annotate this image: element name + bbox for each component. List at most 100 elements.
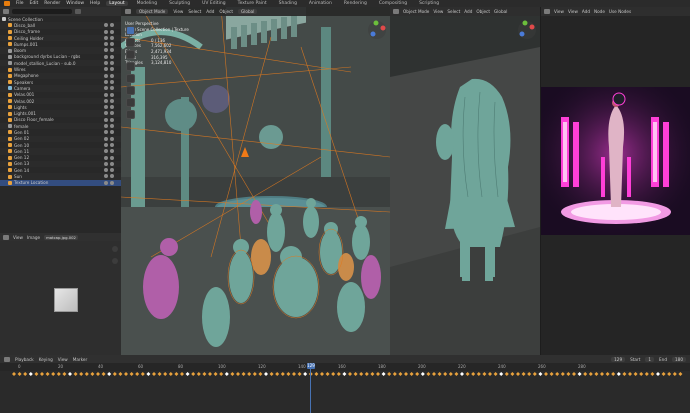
keyframe-diamond[interactable] [448,372,453,376]
keyframe-diamond[interactable] [17,372,22,376]
keyframe-diamond[interactable] [236,372,240,376]
keyframe-diamond[interactable] [465,372,470,376]
editor-type-icon[interactable] [4,356,10,362]
workspace-tab-sculpting[interactable]: Sculpting [166,1,193,6]
mid-transform-dropdown[interactable]: Global [494,9,507,14]
annotate-tool-icon[interactable] [126,98,135,107]
eye-icon[interactable] [104,168,108,173]
keyframe-diamond[interactable] [275,372,280,376]
camera-icon[interactable] [110,61,114,66]
image-name-field[interactable]: matcap.jpg.002 [44,234,79,240]
keyframe-diamond[interactable] [555,372,560,376]
cursor-tool-icon[interactable] [126,38,135,47]
timeline-playhead[interactable] [310,363,311,413]
keyframe-diamond[interactable] [644,372,649,376]
keyframe-diamond[interactable] [510,372,515,376]
keyframe-diamond[interactable] [504,372,509,376]
keyframe-diamond[interactable] [314,372,319,376]
keyframe-diamond[interactable] [672,372,677,376]
image-editor-image-menu[interactable]: Image [27,235,40,240]
camera-icon[interactable] [110,174,114,179]
workspace-tab-modeling[interactable]: Modeling [134,1,160,6]
keyframe-diamond[interactable] [84,372,89,376]
keyframe-diamond[interactable] [661,372,666,376]
eye-icon[interactable] [104,92,108,97]
camera-icon[interactable] [110,79,114,84]
keyframe-diamond[interactable] [320,372,324,376]
keyframe-diamond[interactable] [532,372,537,376]
keyframe-diamond[interactable] [600,372,604,376]
keyframe-diamond[interactable] [292,372,296,376]
scale-tool-icon[interactable] [126,74,135,83]
keyframe-diamond[interactable] [560,372,565,376]
camera-icon[interactable] [110,161,114,166]
keyframe-diamond[interactable] [62,372,67,376]
keyframe-diamond[interactable] [678,372,683,376]
keyframe-diamond[interactable] [191,372,196,376]
keyframe-diamond[interactable] [650,372,655,376]
keyframe-diamond[interactable] [432,372,436,376]
workspace-tab-rendering[interactable]: Rendering [341,1,370,6]
viewport-add-menu[interactable]: Add [206,9,214,14]
outliner-row[interactable]: Texture Location [0,179,121,187]
keyframe-diamond[interactable] [280,372,285,376]
keyframe-diamond[interactable] [488,372,492,376]
render-view-menu[interactable]: View [554,9,564,14]
end-frame-field[interactable]: 180 [672,356,686,362]
editor-type-icon[interactable] [3,9,9,14]
eye-icon[interactable] [104,136,108,141]
eye-icon[interactable] [104,161,108,166]
keyframe-diamond[interactable] [460,372,464,376]
keyframe-diamond[interactable] [90,372,95,376]
keyframe-diamond[interactable] [521,372,526,376]
eye-icon[interactable] [104,142,108,147]
current-frame-indicator[interactable]: 129 [307,363,315,369]
camera-icon[interactable] [110,105,114,110]
keyframe-diamond[interactable] [202,372,207,376]
keyframe-diamond[interactable] [616,372,621,376]
editor-type-icon[interactable] [393,9,399,14]
camera-icon[interactable] [110,180,114,185]
keyframe-diamond[interactable] [118,372,123,376]
camera-icon[interactable] [110,42,114,47]
eye-icon[interactable] [104,61,108,66]
keyframe-diamond[interactable] [656,372,660,376]
keyframe-diamond[interactable] [342,372,347,376]
move-tool-icon[interactable] [126,50,135,59]
keyframe-diamond[interactable] [152,372,156,376]
editor-type-icon[interactable] [544,9,550,14]
keyframe-diamond[interactable] [140,372,145,376]
keyframe-diamond[interactable] [370,372,375,376]
timeline-body[interactable] [0,371,690,413]
keyframe-diamond[interactable] [129,372,134,376]
keyframe-diamond[interactable] [331,372,336,376]
render-add-menu[interactable]: Add [582,9,590,14]
keyframe-diamond[interactable] [605,372,610,376]
keyframe-diamond[interactable] [213,372,218,376]
keyframe-diamond[interactable] [230,372,235,376]
workspace-tab-compositing[interactable]: Compositing [376,1,410,6]
keyframe-diamond[interactable] [174,372,179,376]
camera-icon[interactable] [110,155,114,160]
keyframe-diamond[interactable] [241,372,246,376]
eye-icon[interactable] [104,42,108,47]
filter-icon[interactable] [75,9,81,14]
keyframe-diamond[interactable] [112,372,117,376]
eye-icon[interactable] [104,86,108,91]
timeline-frame-ruler[interactable]: 0 20 40 60 80 100 120 140 160 180 200 220 240 260 280 [0,363,690,371]
render-node-menu[interactable]: Node [594,9,605,14]
eye-icon[interactable] [104,67,108,72]
keyframe-diamond[interactable] [398,372,403,376]
camera-icon[interactable] [110,111,114,116]
eye-icon[interactable] [104,54,108,59]
keyframe-diamond[interactable] [247,372,252,376]
keyframe-diamond[interactable] [577,372,582,376]
keyframe-diamond[interactable] [264,372,268,376]
camera-icon[interactable] [110,142,114,147]
keyframe-diamond[interactable] [353,372,358,376]
keyframe-diamond[interactable] [224,372,229,376]
keyframe-diamond[interactable] [420,372,425,376]
editor-type-icon[interactable] [3,234,9,240]
menu-help[interactable]: Help [90,1,100,6]
timeline-playback-menu[interactable]: Playback [15,357,34,362]
